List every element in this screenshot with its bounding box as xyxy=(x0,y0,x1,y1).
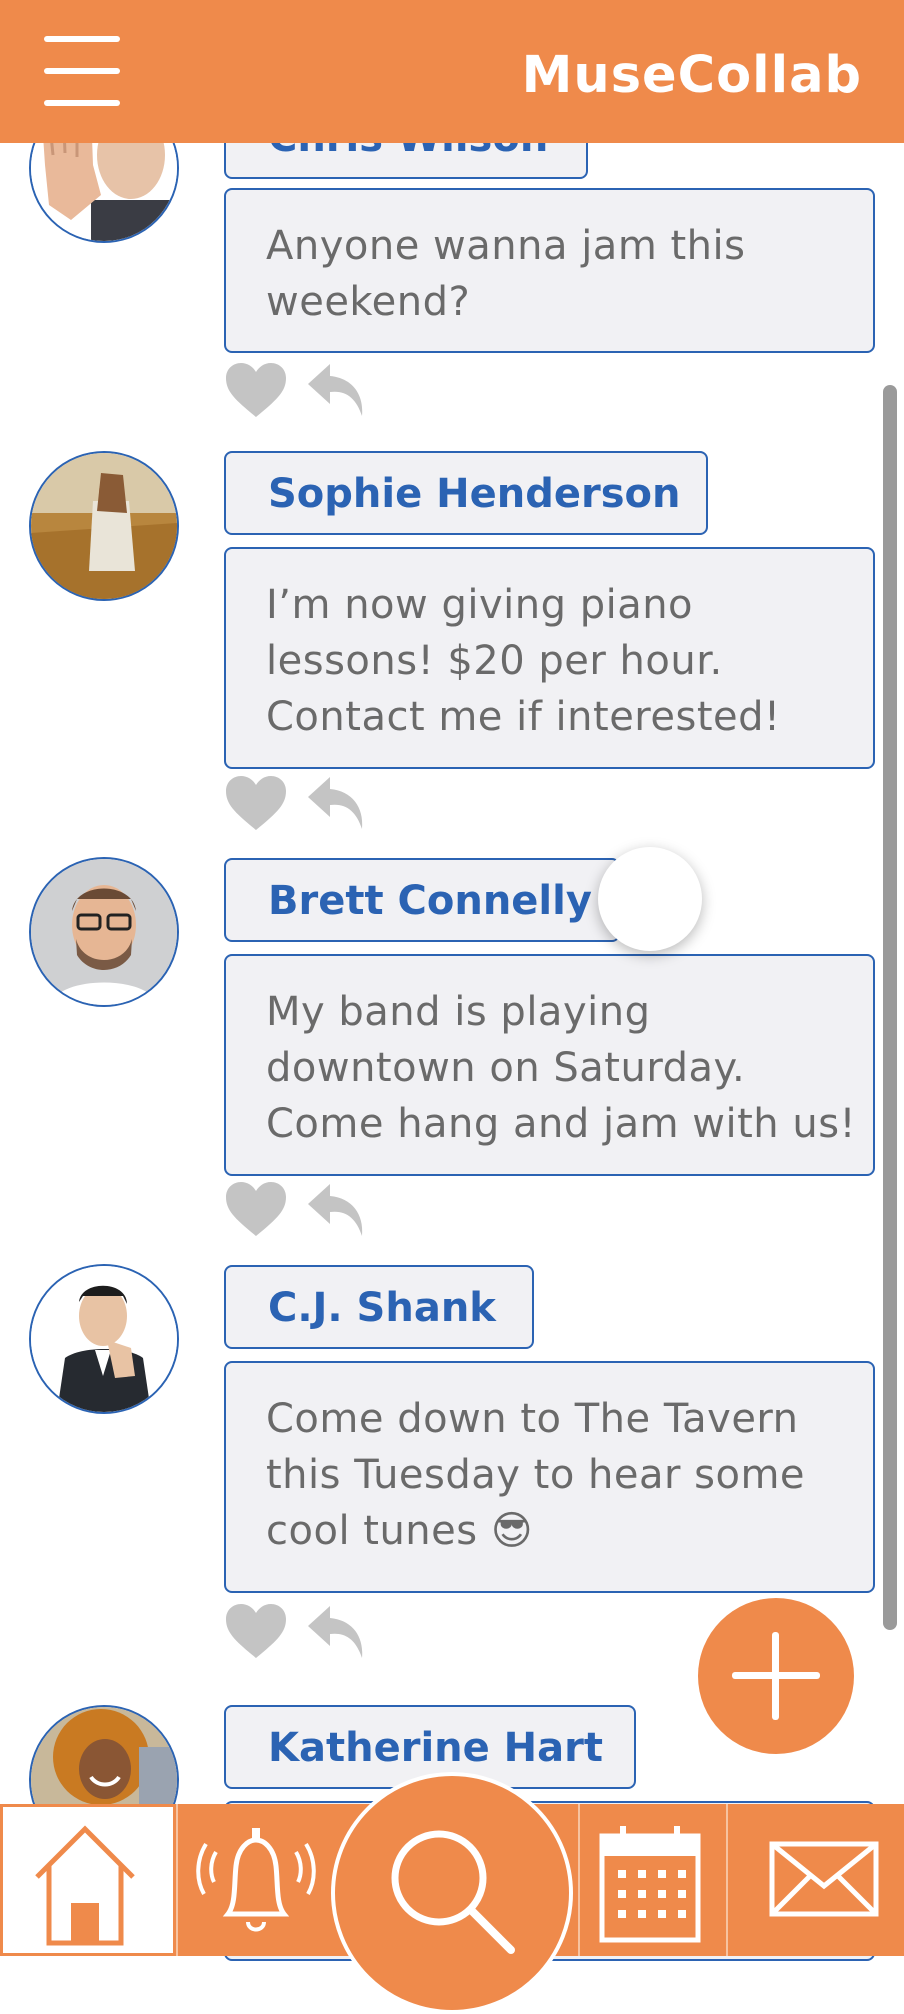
calendar-icon xyxy=(599,1826,701,1943)
avatar-photo-field-icon xyxy=(31,453,177,599)
app-header: MuseCollab xyxy=(0,0,904,143)
heart-icon[interactable] xyxy=(224,1602,288,1660)
nav-home[interactable] xyxy=(0,1804,176,1956)
avatar[interactable] xyxy=(29,857,179,1007)
avatar[interactable] xyxy=(29,1264,179,1414)
avatar-photo-suit-icon xyxy=(31,1266,177,1412)
app-title: MuseCollab xyxy=(521,46,862,105)
author-name[interactable]: Brett Connelly xyxy=(224,858,620,942)
heart-icon[interactable] xyxy=(224,774,288,832)
author-name[interactable]: C.J. Shank xyxy=(224,1265,534,1349)
home-icon xyxy=(35,1825,135,1946)
menu-icon-bar xyxy=(44,100,120,106)
menu-icon xyxy=(44,36,120,42)
menu-icon-bar xyxy=(44,68,120,74)
post-message: Come down to The Tavern this Tuesday to … xyxy=(224,1361,875,1593)
nav-notifications[interactable] xyxy=(178,1804,328,1956)
bottom-navigation xyxy=(0,1772,904,2014)
post-message: I’m now giving piano lessons! $20 per ho… xyxy=(224,547,875,769)
scrollbar[interactable] xyxy=(883,385,897,1630)
plus-icon-bar xyxy=(732,1672,820,1679)
nav-search[interactable] xyxy=(331,1772,573,2014)
post-message: My band is playing downtown on Saturday.… xyxy=(224,954,875,1176)
reply-arrow-icon[interactable] xyxy=(306,1180,368,1240)
nav-calendar[interactable] xyxy=(580,1804,726,1956)
search-icon xyxy=(391,1830,515,1954)
reply-arrow-icon[interactable] xyxy=(306,1602,368,1662)
post-message: Anyone wanna jam this weekend? xyxy=(224,188,875,353)
mail-icon xyxy=(769,1841,879,1917)
bell-icon xyxy=(196,1828,316,1932)
reply-arrow-icon[interactable] xyxy=(306,360,368,420)
hamburger-menu-button[interactable] xyxy=(44,36,120,108)
touch-indicator xyxy=(598,847,702,951)
compose-post-button[interactable] xyxy=(698,1598,854,1754)
avatar[interactable] xyxy=(29,451,179,601)
nav-messages[interactable] xyxy=(728,1804,904,1956)
author-name[interactable]: Sophie Henderson xyxy=(224,451,708,535)
avatar-photo-glasses-icon xyxy=(31,859,177,1005)
heart-icon[interactable] xyxy=(224,361,288,419)
heart-icon[interactable] xyxy=(224,1180,288,1238)
reply-arrow-icon[interactable] xyxy=(306,773,368,833)
